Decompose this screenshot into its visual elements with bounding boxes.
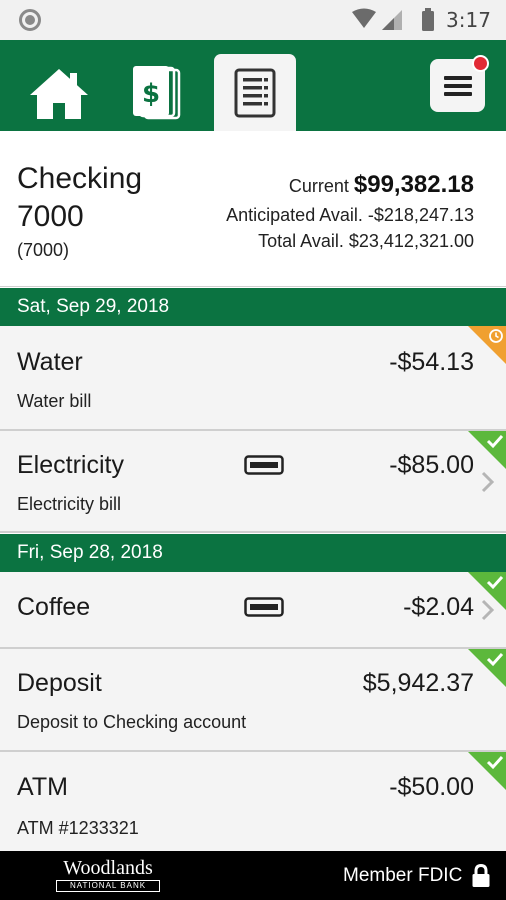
- tab-bar: $: [0, 40, 506, 131]
- transaction-amount: $5,942.37: [362, 669, 474, 697]
- bank-logo-name: Woodlands: [63, 857, 153, 879]
- status-time: 3:17: [446, 8, 491, 32]
- pending-clock-icon: [468, 326, 506, 364]
- cleared-check-icon: [468, 572, 506, 610]
- account-number: (7000): [17, 240, 70, 260]
- tab-accounts[interactable]: $: [116, 54, 198, 131]
- transaction-title: Deposit: [17, 669, 102, 697]
- status-bar: 3:17: [0, 0, 506, 40]
- date-header: Fri, Sep 28, 2018: [0, 534, 506, 572]
- money-icon: $: [133, 65, 181, 119]
- transaction-title: ATM: [17, 773, 68, 801]
- transaction-description: Electricity bill: [17, 494, 122, 514]
- transaction-amount: -$54.13: [389, 348, 474, 376]
- bank-logo-sub: NATIONAL BANK: [56, 880, 160, 892]
- transaction-row[interactable]: Coffee -$2.04: [0, 572, 506, 649]
- transaction-amount: -$2.04: [403, 593, 474, 621]
- cleared-check-icon: [468, 752, 506, 790]
- current-balance: Current $99,382.18: [289, 171, 474, 199]
- transaction-title: Electricity: [17, 451, 124, 479]
- date-header: Sat, Sep 29, 2018: [0, 288, 506, 326]
- transaction-amount: -$50.00: [389, 773, 474, 801]
- menu-button[interactable]: [430, 55, 489, 112]
- transaction-title: Coffee: [17, 593, 91, 621]
- notification-circle-icon: [19, 9, 41, 31]
- home-icon: [30, 68, 88, 119]
- transaction-description: ATM #1233321: [17, 818, 139, 838]
- activity-list-icon: [234, 68, 276, 117]
- transaction-row[interactable]: Deposit Deposit to Checking account $5,9…: [0, 649, 506, 752]
- current-balance-value: $99,382.18: [353, 171, 474, 198]
- account-name: Checking 7000: [17, 162, 143, 233]
- cleared-check-icon: [468, 431, 506, 469]
- bank-logo: Woodlands NATIONAL BANK: [56, 858, 160, 894]
- anticipated-balance: Anticipated Avail. -$218,247.13: [226, 205, 474, 225]
- total-available-balance: Total Avail. $23,412,321.00: [258, 231, 474, 251]
- transaction-amount: -$85.00: [389, 451, 474, 479]
- tab-activity[interactable]: [214, 54, 296, 131]
- cleared-check-icon: [468, 649, 506, 687]
- battery-icon: [422, 8, 434, 31]
- card-icon: [244, 597, 284, 617]
- svg-text:$: $: [142, 79, 160, 109]
- current-balance-label: Current: [288, 176, 349, 196]
- system-status-icons: [352, 8, 434, 31]
- transaction-row[interactable]: Electricity Electricity bill -$85.00: [0, 431, 506, 533]
- wifi-icon: [352, 8, 376, 28]
- transaction-row[interactable]: Water Water bill -$54.13: [0, 326, 506, 431]
- notification-dot: [472, 55, 489, 72]
- card-icon: [244, 455, 284, 475]
- lock-icon: [472, 864, 490, 887]
- transaction-row[interactable]: ATM ATM #1233321 -$50.00: [0, 752, 506, 851]
- transaction-title: Water: [17, 348, 83, 376]
- chevron-right-icon[interactable]: [480, 470, 496, 494]
- signal-icon: [382, 10, 402, 30]
- tab-home[interactable]: [18, 54, 100, 131]
- account-summary: Checking 7000 (7000) Current $99,382.18 …: [0, 131, 506, 287]
- transaction-description: Water bill: [17, 391, 92, 411]
- transaction-description: Deposit to Checking account: [17, 712, 247, 732]
- footer: Woodlands NATIONAL BANK Member FDIC: [0, 851, 506, 900]
- hamburger-menu-icon: [443, 75, 472, 96]
- member-fdic-text: Member FDIC: [343, 865, 463, 886]
